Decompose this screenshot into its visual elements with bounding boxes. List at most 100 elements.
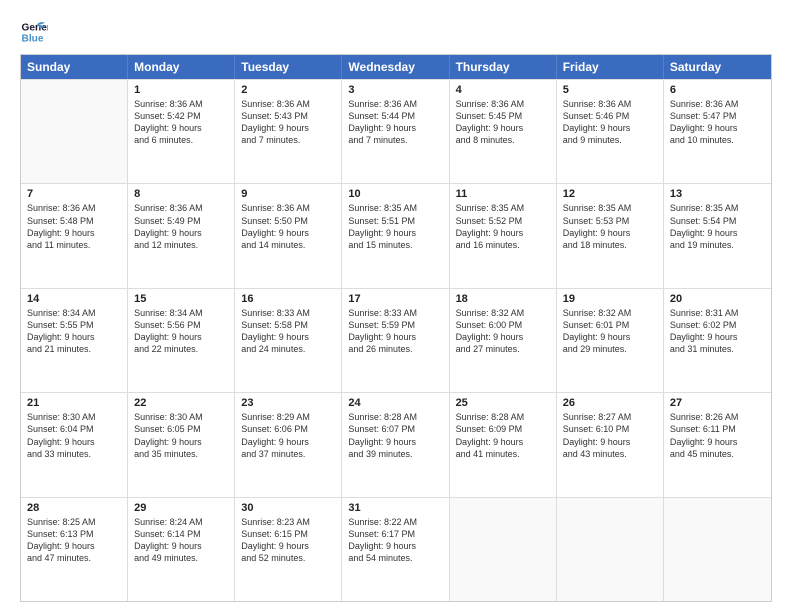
day-number: 14 — [27, 293, 121, 305]
day-cell: 27Sunrise: 8:26 AMSunset: 6:11 PMDayligh… — [664, 393, 771, 496]
day-cell: 21 Sunrise: 8:30 AMSunset: 6:04 PMDayligh… — [21, 393, 128, 496]
day-info: Sunrise: 8:36 AMSunset: 5:49 PMDaylight:… — [134, 202, 228, 251]
week-row-2: 7 Sunrise: 8:36 AMSunset: 5:48 PMDaylight… — [21, 183, 771, 287]
day-number: 2 — [241, 84, 335, 96]
week-row-5: 28 Sunrise: 8:25 AMSunset: 6:13 PMDayligh… — [21, 497, 771, 601]
day-info: Sunrise: 8:28 AMSunset: 6:07 PMDaylight:… — [348, 411, 442, 460]
week-row-3: 14 Sunrise: 8:34 AMSunset: 5:55 PMDayligh… — [21, 288, 771, 392]
day-cell: 7 Sunrise: 8:36 AMSunset: 5:48 PMDaylight… — [21, 184, 128, 287]
day-cell: 14 Sunrise: 8:34 AMSunset: 5:55 PMDayligh… — [21, 289, 128, 392]
calendar: SundayMondayTuesdayWednesdayThursdayFrid… — [20, 54, 772, 602]
day-number: 13 — [670, 188, 765, 200]
day-number: 21 — [27, 397, 121, 409]
day-number: 26 — [563, 397, 657, 409]
day-number: 8 — [134, 188, 228, 200]
day-number: 10 — [348, 188, 442, 200]
day-cell: 9 Sunrise: 8:36 AMSunset: 5:50 PMDaylight… — [235, 184, 342, 287]
day-info: Sunrise: 8:36 AMSunset: 5:46 PMDaylight:… — [563, 98, 657, 147]
day-cell: 30 Sunrise: 8:23 AMSunset: 6:15 PMDayligh… — [235, 498, 342, 601]
day-number: 6 — [670, 84, 765, 96]
day-cell: 5Sunrise: 8:36 AMSunset: 5:46 PMDaylight… — [557, 80, 664, 183]
day-info: Sunrise: 8:34 AMSunset: 5:56 PMDaylight:… — [134, 307, 228, 356]
day-info: Sunrise: 8:36 AMSunset: 5:42 PMDaylight:… — [134, 98, 228, 147]
day-cell: 13Sunrise: 8:35 AMSunset: 5:54 PMDayligh… — [664, 184, 771, 287]
day-info: Sunrise: 8:32 AMSunset: 6:00 PMDaylight:… — [456, 307, 550, 356]
day-cell: 28 Sunrise: 8:25 AMSunset: 6:13 PMDayligh… — [21, 498, 128, 601]
day-info: Sunrise: 8:36 AMSunset: 5:47 PMDaylight:… — [670, 98, 765, 147]
day-info: Sunrise: 8:33 AMSunset: 5:58 PMDaylight:… — [241, 307, 335, 356]
day-info: Sunrise: 8:32 AMSunset: 6:01 PMDaylight:… — [563, 307, 657, 356]
day-info: Sunrise: 8:35 AMSunset: 5:52 PMDaylight:… — [456, 202, 550, 251]
day-cell — [450, 498, 557, 601]
day-cell: 26 Sunrise: 8:27 AMSunset: 6:10 PMDayligh… — [557, 393, 664, 496]
day-number: 9 — [241, 188, 335, 200]
day-info: Sunrise: 8:30 AMSunset: 6:04 PMDaylight:… — [27, 411, 121, 460]
day-info: Sunrise: 8:24 AMSunset: 6:14 PMDaylight:… — [134, 516, 228, 565]
column-header-monday: Monday — [128, 55, 235, 79]
day-cell: 19 Sunrise: 8:32 AMSunset: 6:01 PMDayligh… — [557, 289, 664, 392]
day-number: 28 — [27, 502, 121, 514]
day-cell: 20 Sunrise: 8:31 AMSunset: 6:02 PMDayligh… — [664, 289, 771, 392]
day-cell — [664, 498, 771, 601]
day-info: Sunrise: 8:26 AMSunset: 6:11 PMDaylight:… — [670, 411, 765, 460]
day-cell: 24Sunrise: 8:28 AMSunset: 6:07 PMDayligh… — [342, 393, 449, 496]
page-header: General Blue — [20, 18, 772, 46]
calendar-header: SundayMondayTuesdayWednesdayThursdayFrid… — [21, 55, 771, 79]
day-number: 11 — [456, 188, 550, 200]
day-info: Sunrise: 8:29 AMSunset: 6:06 PMDaylight:… — [241, 411, 335, 460]
day-number: 15 — [134, 293, 228, 305]
day-info: Sunrise: 8:36 AMSunset: 5:48 PMDaylight:… — [27, 202, 121, 251]
logo: General Blue — [20, 18, 48, 46]
week-row-1: 1 Sunrise: 8:36 AMSunset: 5:42 PMDaylight… — [21, 79, 771, 183]
day-cell: 2 Sunrise: 8:36 AMSunset: 5:43 PMDaylight… — [235, 80, 342, 183]
day-cell: 15 Sunrise: 8:34 AMSunset: 5:56 PMDayligh… — [128, 289, 235, 392]
svg-text:General: General — [22, 22, 48, 33]
day-cell: 18 Sunrise: 8:32 AMSunset: 6:00 PMDayligh… — [450, 289, 557, 392]
week-row-4: 21 Sunrise: 8:30 AMSunset: 6:04 PMDayligh… — [21, 392, 771, 496]
day-info: Sunrise: 8:34 AMSunset: 5:55 PMDaylight:… — [27, 307, 121, 356]
day-cell: 10Sunrise: 8:35 AMSunset: 5:51 PMDayligh… — [342, 184, 449, 287]
day-cell: 25Sunrise: 8:28 AMSunset: 6:09 PMDayligh… — [450, 393, 557, 496]
column-header-sunday: Sunday — [21, 55, 128, 79]
day-info: Sunrise: 8:33 AMSunset: 5:59 PMDaylight:… — [348, 307, 442, 356]
day-info: Sunrise: 8:36 AMSunset: 5:43 PMDaylight:… — [241, 98, 335, 147]
day-number: 31 — [348, 502, 442, 514]
day-info: Sunrise: 8:31 AMSunset: 6:02 PMDaylight:… — [670, 307, 765, 356]
day-number: 22 — [134, 397, 228, 409]
logo-icon: General Blue — [20, 18, 48, 46]
day-cell: 23 Sunrise: 8:29 AMSunset: 6:06 PMDayligh… — [235, 393, 342, 496]
calendar-weeks: 1 Sunrise: 8:36 AMSunset: 5:42 PMDaylight… — [21, 79, 771, 601]
column-header-tuesday: Tuesday — [235, 55, 342, 79]
day-number: 7 — [27, 188, 121, 200]
day-cell: 3Sunrise: 8:36 AMSunset: 5:44 PMDaylight… — [342, 80, 449, 183]
day-info: Sunrise: 8:23 AMSunset: 6:15 PMDaylight:… — [241, 516, 335, 565]
day-info: Sunrise: 8:36 AMSunset: 5:44 PMDaylight:… — [348, 98, 442, 147]
day-info: Sunrise: 8:22 AMSunset: 6:17 PMDaylight:… — [348, 516, 442, 565]
day-cell: 22 Sunrise: 8:30 AMSunset: 6:05 PMDayligh… — [128, 393, 235, 496]
day-info: Sunrise: 8:28 AMSunset: 6:09 PMDaylight:… — [456, 411, 550, 460]
column-header-thursday: Thursday — [450, 55, 557, 79]
day-number: 23 — [241, 397, 335, 409]
day-cell: 17Sunrise: 8:33 AMSunset: 5:59 PMDayligh… — [342, 289, 449, 392]
day-info: Sunrise: 8:30 AMSunset: 6:05 PMDaylight:… — [134, 411, 228, 460]
day-number: 1 — [134, 84, 228, 96]
day-cell: 8 Sunrise: 8:36 AMSunset: 5:49 PMDaylight… — [128, 184, 235, 287]
column-header-wednesday: Wednesday — [342, 55, 449, 79]
day-cell — [557, 498, 664, 601]
svg-text:Blue: Blue — [22, 33, 44, 44]
day-info: Sunrise: 8:27 AMSunset: 6:10 PMDaylight:… — [563, 411, 657, 460]
day-cell: 6 Sunrise: 8:36 AMSunset: 5:47 PMDaylight… — [664, 80, 771, 183]
day-info: Sunrise: 8:25 AMSunset: 6:13 PMDaylight:… — [27, 516, 121, 565]
day-info: Sunrise: 8:36 AMSunset: 5:50 PMDaylight:… — [241, 202, 335, 251]
day-number: 29 — [134, 502, 228, 514]
day-number: 18 — [456, 293, 550, 305]
day-cell: 16Sunrise: 8:33 AMSunset: 5:58 PMDayligh… — [235, 289, 342, 392]
day-cell: 4Sunrise: 8:36 AMSunset: 5:45 PMDaylight… — [450, 80, 557, 183]
day-number: 30 — [241, 502, 335, 514]
day-number: 12 — [563, 188, 657, 200]
column-header-saturday: Saturday — [664, 55, 771, 79]
day-number: 20 — [670, 293, 765, 305]
day-cell: 12Sunrise: 8:35 AMSunset: 5:53 PMDayligh… — [557, 184, 664, 287]
day-cell: 1 Sunrise: 8:36 AMSunset: 5:42 PMDaylight… — [128, 80, 235, 183]
day-number: 19 — [563, 293, 657, 305]
